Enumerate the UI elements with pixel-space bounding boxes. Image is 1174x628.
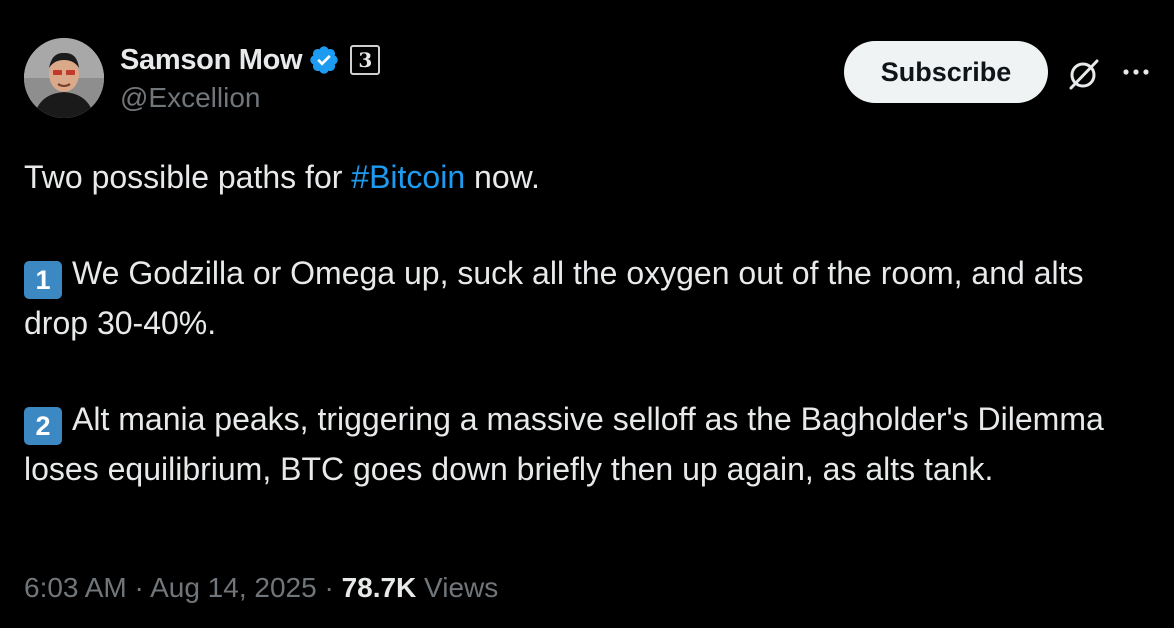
- bitcoin-hashtag-link[interactable]: #Bitcoin: [351, 159, 465, 195]
- grok-icon[interactable]: [1066, 56, 1102, 92]
- tweet-intro: Two possible paths for #Bitcoin now.: [24, 153, 1154, 201]
- avatar-image: [24, 38, 104, 118]
- tweet-card: Samson Mow 3 @Excellion Subscribe Two po…: [0, 0, 1174, 628]
- tweet-point-2: 2 Alt mania peaks, triggering a massive s…: [24, 395, 1154, 493]
- affiliate-badge[interactable]: 3: [350, 45, 381, 75]
- tweet-body: Two possible paths for #Bitcoin now. 1 We…: [24, 153, 1154, 493]
- views-count: 78.7K: [341, 572, 417, 603]
- tweet-time-link[interactable]: 6:03 AM: [24, 572, 127, 603]
- views-label: Views: [416, 572, 499, 603]
- author-display-name[interactable]: Samson Mow: [120, 44, 303, 77]
- avatar[interactable]: [24, 38, 104, 118]
- tweet-point-1: 1 We Godzilla or Omega up, suck all the o…: [24, 249, 1154, 347]
- meta-separator: ·: [126, 572, 151, 603]
- author-name-row: Samson Mow 3: [120, 40, 381, 80]
- intro-after-text: now.: [465, 159, 540, 195]
- more-icon[interactable]: [1118, 58, 1154, 86]
- intro-before-text: Two possible paths for: [24, 159, 352, 195]
- author-handle[interactable]: @Excellion: [120, 82, 260, 114]
- point-2-text: Alt mania peaks, triggering a massive se…: [24, 401, 1104, 487]
- tweet-date-link[interactable]: Aug 14, 2025: [150, 572, 317, 603]
- point-1-text: We Godzilla or Omega up, suck all the ox…: [24, 255, 1084, 341]
- verified-badge-icon[interactable]: [308, 44, 340, 76]
- subscribe-button[interactable]: Subscribe: [844, 41, 1048, 103]
- tweet-meta: 6:03 AM · Aug 14, 2025 · 78.7K Views: [24, 572, 498, 604]
- keycap-one-icon: 1: [24, 261, 62, 299]
- meta-separator: ·: [316, 572, 342, 603]
- keycap-two-icon: 2: [24, 407, 62, 445]
